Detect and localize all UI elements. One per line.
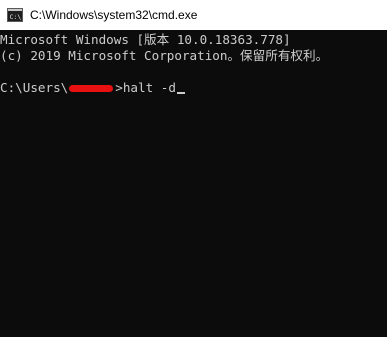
cmd-console-icon: C:\	[7, 8, 23, 22]
title-bar[interactable]: C:\ C:\Windows\system32\cmd.exe	[0, 0, 387, 30]
prompt-path: C:\Users\	[0, 80, 69, 95]
prompt-symbol: >	[115, 80, 123, 95]
window-title: C:\Windows\system32\cmd.exe	[30, 8, 198, 22]
redacted-username-mark	[69, 85, 114, 92]
typed-command: halt -d	[122, 80, 176, 95]
svg-text:C:\: C:\	[10, 13, 22, 21]
cmd-window: C:\ C:\Windows\system32\cmd.exe Microsof…	[0, 0, 387, 337]
text-cursor	[176, 92, 185, 94]
console-copyright-line: (c) 2019 Microsoft Corporation。保留所有权利。	[0, 48, 329, 63]
console-output-area[interactable]: Microsoft Windows [版本 10.0.18363.778] (c…	[0, 30, 387, 337]
console-version-line: Microsoft Windows [版本 10.0.18363.778]	[0, 32, 291, 47]
console-prompt-line: C:\Users\ >halt -d	[0, 80, 185, 96]
